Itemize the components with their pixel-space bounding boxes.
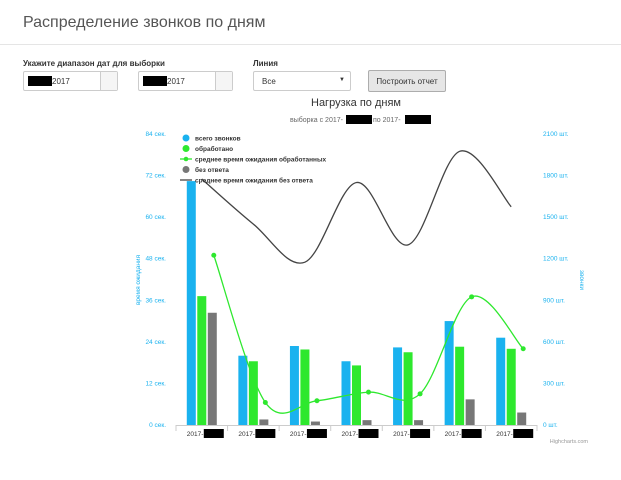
- bar-1: [341, 361, 351, 425]
- left-tick-label: 36 сек.: [145, 297, 166, 304]
- bar-3: [259, 419, 269, 425]
- line-point: [314, 398, 320, 404]
- left-tick-label: 84 сек.: [145, 131, 166, 138]
- right-tick-label: 0 шт.: [543, 422, 558, 429]
- chart-subtitle-prefix: выборка с 2017-: [290, 116, 344, 124]
- right-tick-label: 300 шт.: [543, 380, 565, 387]
- chart-title: Нагрузка по дням: [311, 97, 401, 109]
- left-tick-label: 12 сек.: [145, 380, 166, 387]
- bar-1: [289, 346, 299, 425]
- redacted-block: [358, 429, 379, 438]
- redacted-block: [203, 429, 224, 438]
- left-tick-label: 72 сек.: [145, 173, 166, 180]
- line-series-2: [201, 150, 512, 264]
- x-tick-label: 2017-: [445, 431, 462, 438]
- redacted-block: [461, 429, 482, 438]
- right-axis-title: звонки: [578, 270, 585, 290]
- bar-2: [506, 348, 516, 425]
- redacted-block: [255, 429, 276, 438]
- left-axis-title: время ожидания: [135, 254, 142, 305]
- x-tick-label: 2017-: [393, 431, 410, 438]
- bar-3: [517, 412, 527, 425]
- legend-label: среднее время ожидания обработанных: [195, 156, 327, 164]
- bar-2: [352, 365, 361, 425]
- bar-3: [310, 421, 320, 425]
- x-tick-label: 2017-: [342, 431, 359, 438]
- line-point: [262, 399, 268, 405]
- x-tick-label: 2017-: [290, 431, 307, 438]
- x-tick-label: 2017-: [238, 431, 255, 438]
- redacted-block: [405, 115, 431, 124]
- right-tick-label: 1200 шт.: [543, 256, 569, 263]
- x-tick-label: 2017-: [187, 431, 204, 438]
- right-tick-label: 2100 шт.: [543, 131, 569, 138]
- right-tick-label: 1800 шт.: [543, 173, 569, 180]
- bar-2: [197, 296, 207, 425]
- redacted-block: [513, 429, 534, 438]
- line-point: [469, 294, 475, 300]
- bar-1: [393, 347, 403, 425]
- load-chart: Нагрузка по дням выборка с 2017- по 2017- 0…: [135, 97, 589, 445]
- bar-1: [238, 355, 248, 425]
- bar-2: [455, 346, 465, 425]
- bar-3: [207, 312, 217, 425]
- legend-label: всего звонков: [195, 136, 241, 143]
- legend-label: без ответа: [195, 166, 229, 174]
- bar-1: [186, 181, 196, 425]
- legend-symbol: [182, 166, 190, 173]
- line-point: [366, 389, 371, 395]
- line-point: [211, 252, 217, 258]
- legend-label: среднее время ожидания без ответа: [195, 177, 313, 185]
- bar-1: [444, 321, 454, 425]
- bar-2: [300, 349, 310, 425]
- bar-1: [496, 337, 506, 425]
- redacted-block: [346, 115, 372, 124]
- line-series-1: [213, 255, 524, 414]
- line-point: [520, 346, 526, 352]
- bar-3: [465, 399, 475, 425]
- legend-symbol: [182, 134, 190, 142]
- left-tick-label: 0 сек.: [149, 422, 166, 429]
- right-tick-label: 900 шт.: [543, 297, 565, 304]
- line-point: [417, 391, 423, 397]
- bar-2: [403, 352, 413, 425]
- chart-subtitle-middle: по 2017-: [373, 117, 401, 124]
- bar-3: [414, 420, 424, 425]
- legend-symbol: [183, 156, 189, 162]
- bar-3: [362, 420, 372, 425]
- right-tick-label: 1500 шт.: [543, 214, 569, 221]
- redacted-block: [306, 429, 327, 438]
- legend-label: обработано: [195, 145, 233, 153]
- chart-credits: Highcharts.com: [550, 439, 589, 445]
- right-tick-label: 600 шт.: [543, 339, 565, 346]
- x-tick-label: 2017-: [496, 431, 513, 438]
- left-tick-label: 48 сек.: [145, 256, 166, 263]
- left-tick-label: 24 сек.: [145, 339, 166, 346]
- left-tick-label: 60 сек.: [145, 214, 166, 221]
- redacted-block: [410, 429, 431, 438]
- legend-symbol: [182, 145, 190, 152]
